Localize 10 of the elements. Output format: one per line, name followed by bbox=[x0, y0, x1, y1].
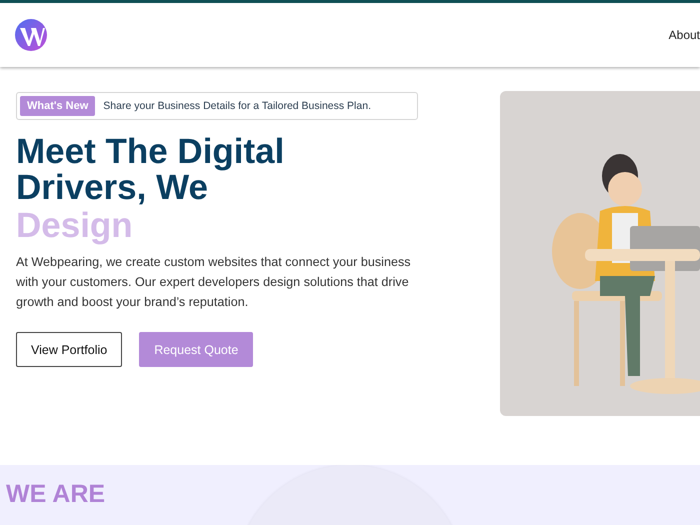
announcement-text: Share your Business Details for a Tailored Business Plan. bbox=[103, 100, 371, 112]
logo-icon[interactable] bbox=[14, 18, 48, 52]
hero-heading-accent: Design bbox=[16, 208, 133, 244]
hero-heading-line: Drivers, We bbox=[16, 170, 208, 206]
section-eyebrow: WE ARE bbox=[6, 480, 106, 508]
view-portfolio-button[interactable]: View Portfolio bbox=[16, 332, 122, 367]
hero-heading-line: Meet The Digital bbox=[16, 134, 284, 170]
whats-new-tag: What's New bbox=[20, 96, 96, 116]
nav-link[interactable]: About bbox=[668, 28, 700, 42]
hero-description: At Webpearing, we create custom websites that connect your business with your customers. Our expert developers design solutions that drive growth and boost your brand’s reputation. bbox=[16, 254, 412, 311]
